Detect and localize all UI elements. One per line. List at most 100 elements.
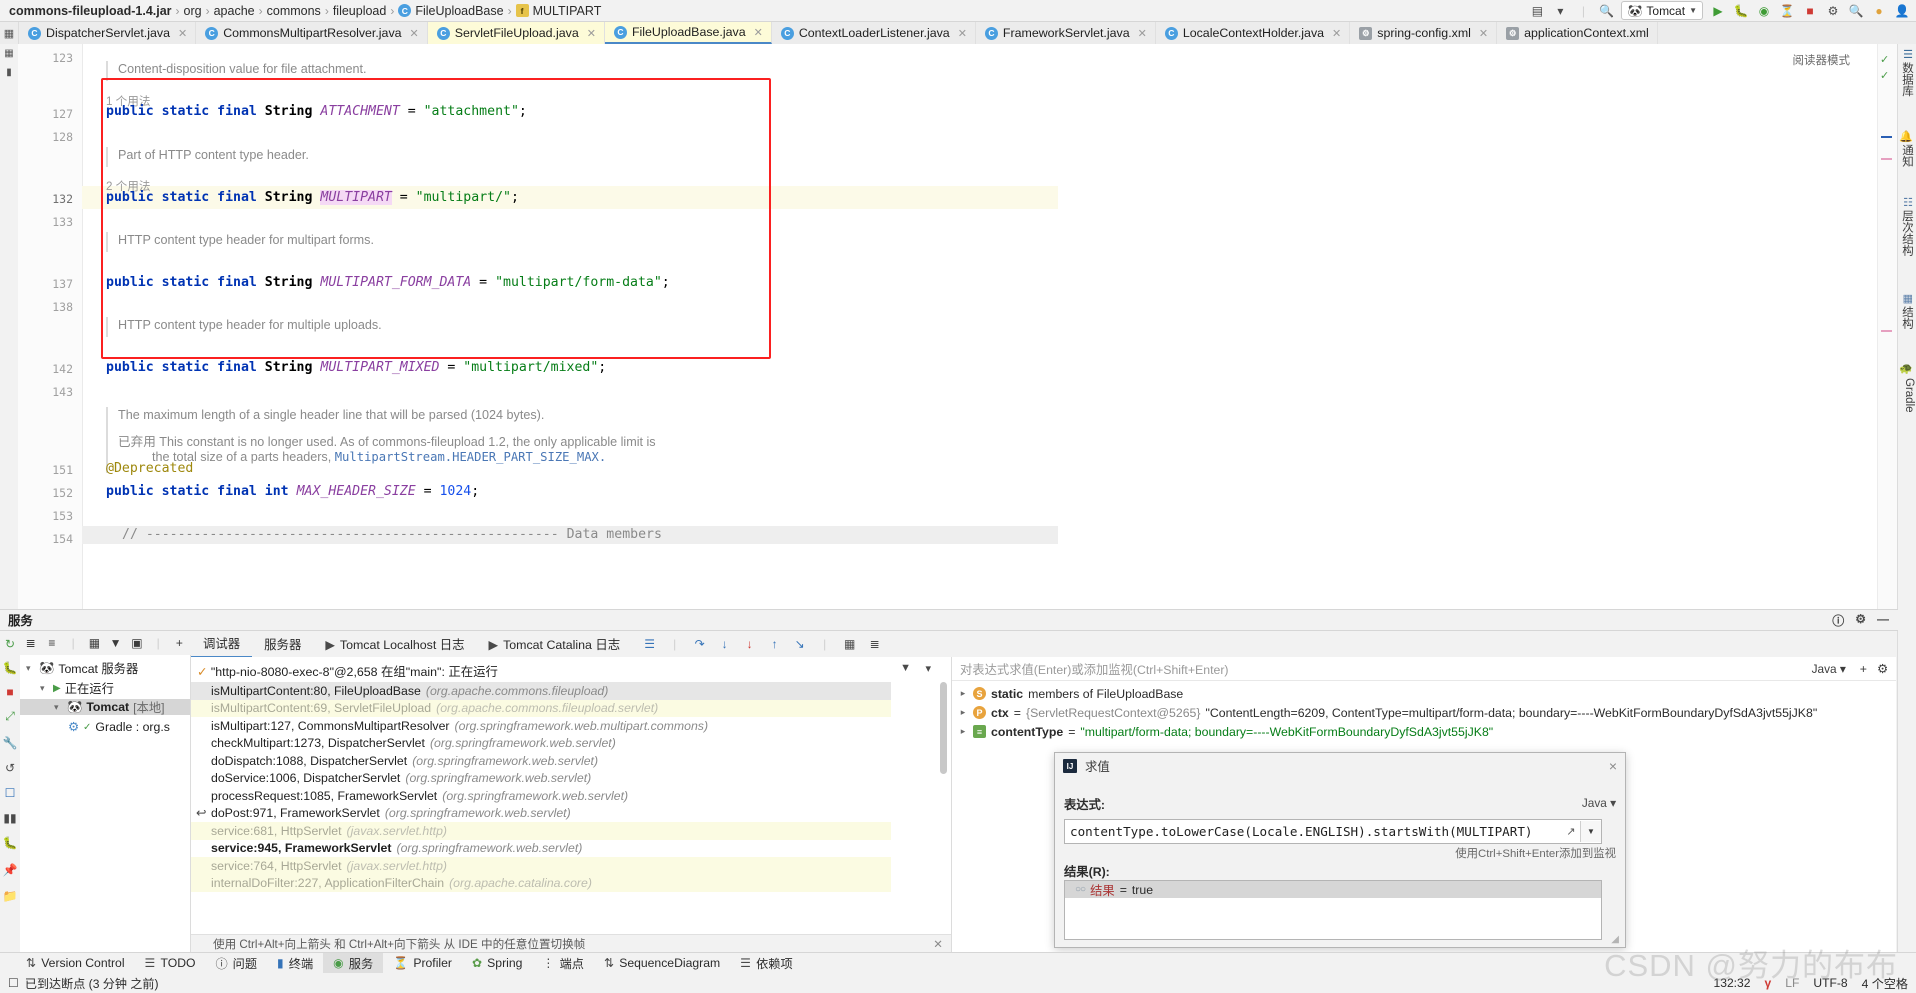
close-icon[interactable]: ✕ <box>410 27 419 40</box>
expand-icon[interactable]: ↗ <box>1562 825 1580 838</box>
reader-mode-label[interactable]: 阅读器模式 <box>1793 52 1851 68</box>
tool-tab-hierarchy[interactable]: 层次结构 <box>1899 210 1915 256</box>
force-step-into-icon[interactable]: ↓ <box>742 637 757 652</box>
account-icon[interactable]: 👤 <box>1894 3 1910 19</box>
breadcrumb-item-field[interactable]: f MULTIPART <box>513 4 605 18</box>
frame-row[interactable]: internalDoFilter:227, ApplicationFilterC… <box>191 874 891 892</box>
add-watch-icon[interactable]: + <box>1846 662 1867 676</box>
frame-row[interactable]: checkMultipart:1273, DispatcherServlet (o… <box>191 735 891 753</box>
hierarchy-icon[interactable]: ☷ <box>1903 196 1913 209</box>
stop-icon[interactable]: ■ <box>1802 3 1818 19</box>
gradle-icon[interactable]: 🐢 <box>1899 362 1913 375</box>
tree-node-tomcat-local[interactable]: ▾ 🐼 Tomcat [本地] <box>20 699 190 715</box>
frames-scrollbar[interactable] <box>940 682 947 774</box>
evaluate-expression-input[interactable]: 对表达式求值(Enter)或添加监视(Ctrl+Shift+Enter) Jav… <box>952 657 1896 681</box>
chevron-down-icon[interactable]: ▾ <box>1552 3 1568 19</box>
tool-tab-gradle[interactable]: Gradle <box>1903 378 1915 413</box>
run-icon[interactable]: ▶ <box>1710 3 1726 19</box>
chevron-down-icon[interactable]: ▾ <box>925 662 931 675</box>
chevron-down-icon[interactable]: ▾ <box>40 683 49 694</box>
notifications-icon[interactable]: ● <box>1871 3 1887 19</box>
project-tool-icon[interactable]: ▦ <box>0 22 19 44</box>
breadcrumb-item-class[interactable]: C FileUploadBase <box>395 4 506 18</box>
close-icon[interactable]: ✕ <box>178 27 187 40</box>
close-icon[interactable]: ✕ <box>754 26 763 39</box>
expand-all-icon[interactable]: ≣ <box>20 632 41 654</box>
step-over-icon[interactable]: ↷ <box>692 637 707 652</box>
evaluate-dialog[interactable]: IJ 求值 × 表达式: Java ▾ contentType.toLowerC… <box>1054 752 1626 948</box>
chevron-down-icon[interactable]: ▼ <box>1580 821 1601 842</box>
close-icon[interactable]: × <box>1609 758 1617 774</box>
debugger-frames-panel[interactable]: ✓ "http-nio-8080-exec-8"@2,658 在组"main":… <box>191 657 952 952</box>
tool-tab-structure[interactable]: 结构 <box>1899 306 1915 329</box>
language-selector[interactable]: Java ▾ <box>1812 662 1846 676</box>
bookmarks-icon[interactable]: ▮ <box>0 63 18 82</box>
debug-icon[interactable]: 🐛 <box>1733 3 1749 19</box>
tab-dispatcherservlet[interactable]: C DispatcherServlet.java ✕ <box>19 22 197 44</box>
restart-icon[interactable]: ↺ <box>3 761 17 775</box>
thread-row[interactable]: ✓ "http-nio-8080-exec-8"@2,658 在组"main":… <box>197 662 498 680</box>
tab-contextloaderlistener[interactable]: C ContextLoaderListener.java ✕ <box>772 22 976 44</box>
chevron-right-icon[interactable]: ▸ <box>958 726 968 737</box>
tool-tab-database[interactable]: 数据库 <box>1899 62 1915 97</box>
redeploy-icon[interactable]: ⤢ <box>3 709 17 723</box>
result-panel[interactable]: ○○ 结果 = true <box>1064 880 1602 940</box>
close-icon[interactable]: ✕ <box>1479 27 1488 40</box>
breadcrumb-item-commons[interactable]: commons <box>264 4 324 18</box>
bottom-tab-dependencies[interactable]: ☰ 依赖项 <box>730 953 803 973</box>
debug-icon[interactable]: 🐛 <box>3 661 18 675</box>
result-row[interactable]: ○○ 结果 = true <box>1065 881 1601 898</box>
tab-localecontextholder[interactable]: C LocaleContextHolder.java ✕ <box>1156 22 1351 44</box>
tab-server[interactable]: 服务器 <box>252 632 313 657</box>
project-icon[interactable]: ▦ <box>0 44 18 63</box>
doc-link[interactable]: MultipartStream.HEADER_PART_SIZE_MAX. <box>335 450 607 464</box>
bug-icon[interactable]: 🐛 <box>3 836 18 850</box>
close-icon[interactable]: ✕ <box>1138 27 1147 40</box>
breadcrumb-item-apache[interactable]: apache <box>211 4 258 18</box>
bottom-tab-problems[interactable]: ⓘ 问题 <box>205 953 267 973</box>
frame-row[interactable]: doService:1006, DispatcherServlet (org.sp… <box>191 770 891 788</box>
filter-icon[interactable]: ▼ <box>105 632 126 654</box>
browser-icon[interactable]: ☐ <box>3 786 17 800</box>
inspection-ok-icon[interactable]: ✓ <box>1880 53 1889 66</box>
layout-icon[interactable]: ▤ <box>1529 3 1545 19</box>
help-icon[interactable]: ⓘ <box>1832 612 1844 629</box>
close-icon[interactable]: ✕ <box>587 27 596 40</box>
services-tree[interactable]: ▾ 🐼 Tomcat 服务器 ▾ ▶ 正在运行 ▾ 🐼 Tomcat [本地] … <box>20 655 191 952</box>
variable-row-ctx[interactable]: ▸ P ctx = {ServletRequestContext@5265} "… <box>958 704 1817 721</box>
search-icon[interactable]: 🔍 <box>1848 3 1864 19</box>
structure-icon[interactable]: ▦ <box>1903 292 1913 305</box>
pause-icon[interactable]: ▮▮ <box>3 811 17 825</box>
frame-row[interactable]: ↩ doPost:971, FrameworkServlet (org.spring… <box>191 805 891 823</box>
chevron-right-icon[interactable]: ▸ <box>958 688 968 699</box>
show-icon[interactable]: ▣ <box>126 632 147 654</box>
pin-icon[interactable]: 📌 <box>3 863 18 877</box>
frame-row[interactable]: processRequest:1085, FrameworkServlet (or… <box>191 787 891 805</box>
gear-icon[interactable]: ⚙ <box>1867 662 1888 676</box>
tab-applicationcontext-xml[interactable]: ⚙ applicationContext.xml <box>1497 22 1658 44</box>
frame-row[interactable]: service:681, HttpServlet (javax.servlet.h… <box>191 822 891 840</box>
bottom-tab-todo[interactable]: ☰ TODO <box>135 953 206 973</box>
gear-icon[interactable]: ⚙ <box>1855 612 1866 629</box>
profiler-icon[interactable]: ⏳ <box>1779 3 1795 19</box>
run-configuration-selector[interactable]: 🐼 Tomcat ▼ <box>1621 1 1703 20</box>
evaluate-icon[interactable]: ▦ <box>842 637 857 652</box>
tab-tomcat-catalina-log[interactable]: ▶ Tomcat Catalina 日志 <box>477 632 633 657</box>
settings-icon[interactable]: ≣ <box>867 637 882 652</box>
coverage-icon[interactable]: ◉ <box>1756 3 1772 19</box>
frame-row[interactable]: isMultipartContent:69, ServletFileUpload… <box>191 699 891 717</box>
export-icon[interactable]: 📁 <box>3 889 18 903</box>
stop-icon[interactable]: ■ <box>3 685 17 699</box>
variable-row-contenttype[interactable]: ▸ ≡ contentType = "multipart/form-data; … <box>958 723 1493 740</box>
settings-wrench-icon[interactable]: 🔧 <box>3 736 18 750</box>
layout-icon[interactable]: ☰ <box>642 637 657 652</box>
close-icon[interactable]: ✕ <box>1332 27 1341 40</box>
bottom-tab-profiler[interactable]: ⏳ Profiler <box>383 953 462 973</box>
bottom-tab-terminal[interactable]: ▮ 终端 <box>267 953 323 973</box>
tab-spring-config-xml[interactable]: ⚙ spring-config.xml ✕ <box>1350 22 1498 44</box>
frame-row[interactable]: doDispatch:1088, DispatcherServlet (org.s… <box>191 752 891 770</box>
tab-frameworkservlet[interactable]: C FrameworkServlet.java ✕ <box>976 22 1156 44</box>
frame-row[interactable]: service:764, HttpServlet (javax.servlet.h… <box>191 857 891 875</box>
tab-debugger[interactable]: 调试器 <box>191 631 253 658</box>
frame-row[interactable]: isMultipartContent:80, FileUploadBase (or… <box>191 682 891 700</box>
